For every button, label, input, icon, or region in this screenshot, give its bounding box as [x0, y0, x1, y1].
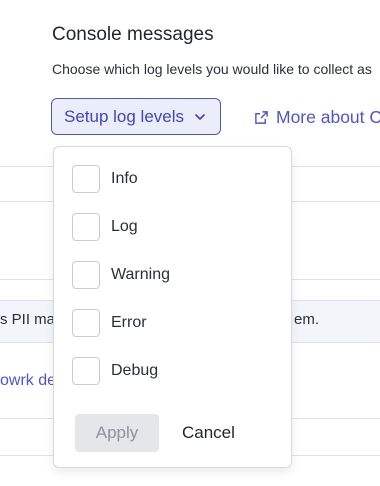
- setup-log-levels-button[interactable]: Setup log levels: [51, 98, 221, 135]
- more-about-label: More about C: [276, 107, 380, 127]
- background-link[interactable]: owrk de: [0, 372, 56, 390]
- apply-button[interactable]: Apply: [75, 414, 159, 452]
- more-about-link[interactable]: More about C: [254, 107, 380, 128]
- setup-log-levels-label: Setup log levels: [64, 106, 185, 126]
- option-label: Warning: [111, 266, 170, 283]
- section-description: Choose which log levels you would like t…: [52, 61, 372, 77]
- page-title: Console messages: [52, 24, 214, 45]
- info-row-text: s PII ma: [0, 311, 56, 328]
- external-link-icon: [255, 111, 268, 124]
- option-log[interactable]: Log: [72, 212, 138, 242]
- checkbox[interactable]: [72, 165, 100, 193]
- option-label: Log: [111, 218, 138, 235]
- checkbox[interactable]: [72, 261, 100, 289]
- log-levels-dropdown: Info Log Warning Error Debug Apply Cance…: [53, 146, 292, 468]
- option-info[interactable]: Info: [72, 164, 138, 194]
- checkbox[interactable]: [72, 309, 100, 337]
- cancel-button[interactable]: Cancel: [170, 414, 247, 452]
- info-row-text-end: em.: [294, 311, 320, 328]
- option-error[interactable]: Error: [72, 308, 147, 338]
- chevron-down-icon: [195, 113, 205, 120]
- option-debug[interactable]: Debug: [72, 356, 158, 386]
- option-label: Debug: [111, 362, 159, 379]
- option-label: Error: [111, 314, 147, 331]
- option-warning[interactable]: Warning: [72, 260, 170, 290]
- option-label: Info: [111, 170, 138, 187]
- checkbox[interactable]: [72, 213, 100, 241]
- checkbox[interactable]: [72, 357, 100, 385]
